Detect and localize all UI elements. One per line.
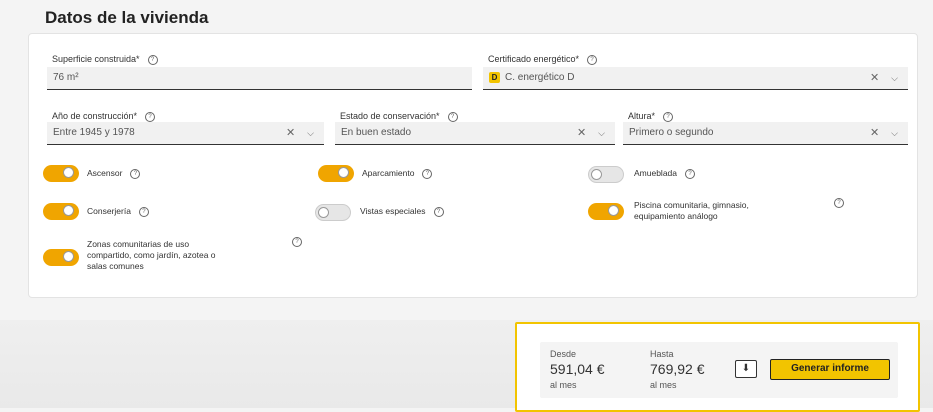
help-icon[interactable]: ?: [130, 168, 141, 179]
aparcamiento-label: Aparcamiento?: [362, 168, 433, 179]
ascensor-toggle[interactable]: [43, 165, 79, 182]
zonas-toggle[interactable]: [43, 249, 79, 266]
energy-class-badge: D: [489, 71, 500, 83]
chevron-down-icon[interactable]: ⌵: [891, 73, 898, 83]
help-icon[interactable]: ?: [292, 237, 302, 247]
superficie-value: 76 m²: [53, 72, 79, 83]
aparcamiento-toggle[interactable]: [318, 165, 354, 182]
help-icon[interactable]: ?: [447, 111, 458, 122]
help-icon[interactable]: ?: [834, 198, 844, 208]
altura-select[interactable]: Primero o segundo ✕ ⌵: [623, 122, 908, 145]
estado-label: Estado de conservación*?: [340, 111, 458, 122]
help-icon[interactable]: ?: [587, 54, 598, 65]
help-icon[interactable]: ?: [422, 168, 433, 179]
hasta-label: Hasta: [650, 349, 674, 359]
zonas-label: Zonas comunitarias de uso compartido, co…: [87, 239, 216, 271]
clear-icon[interactable]: ✕: [286, 127, 295, 139]
certificado-label: Certificado energético*?: [488, 54, 598, 65]
help-icon[interactable]: ?: [145, 111, 156, 122]
generate-report-button[interactable]: Generar informe: [770, 359, 890, 380]
desde-value: 591,04 €: [550, 361, 605, 377]
altura-value: Primero o segundo: [629, 127, 714, 138]
vistas-toggle[interactable]: [315, 204, 351, 221]
piscina-label: Piscina comunitaria, gimnasio, equipamie…: [634, 200, 749, 221]
chevron-down-icon[interactable]: ⌵: [891, 128, 898, 138]
help-icon[interactable]: ?: [147, 54, 158, 65]
anio-value: Entre 1945 y 1978: [53, 127, 135, 138]
section-title: Datos de la vivienda: [45, 8, 209, 27]
anio-label: Año de construcción*?: [52, 111, 156, 122]
help-icon[interactable]: ?: [685, 168, 696, 179]
clear-icon[interactable]: ✕: [870, 127, 879, 139]
amueblada-toggle[interactable]: [588, 166, 624, 183]
piscina-toggle[interactable]: [588, 203, 624, 220]
estado-select[interactable]: En buen estado ✕ ⌵: [335, 122, 615, 145]
hasta-value: 769,92 €: [650, 361, 705, 377]
hasta-unit: al mes: [650, 380, 677, 390]
chevron-down-icon[interactable]: ⌵: [307, 128, 314, 138]
help-icon[interactable]: ?: [433, 206, 444, 217]
certificado-value: C. energético D: [505, 72, 575, 83]
amueblada-label: Amueblada?: [634, 168, 696, 179]
ascensor-label: Ascensor?: [87, 168, 141, 179]
desde-unit: al mes: [550, 380, 577, 390]
estado-value: En buen estado: [341, 127, 412, 138]
altura-label: Altura*?: [628, 111, 674, 122]
vistas-label: Vistas especiales?: [360, 206, 444, 217]
help-icon[interactable]: ?: [138, 206, 149, 217]
anio-select[interactable]: Entre 1945 y 1978 ✕ ⌵: [47, 122, 324, 145]
superficie-field[interactable]: 76 m²: [47, 67, 472, 90]
conserjeria-toggle[interactable]: [43, 203, 79, 220]
help-icon[interactable]: ?: [663, 111, 674, 122]
download-button[interactable]: ⬇: [735, 360, 757, 378]
certificado-select[interactable]: D C. energético D ✕ ⌵: [483, 67, 908, 90]
desde-label: Desde: [550, 349, 577, 359]
chevron-down-icon[interactable]: ⌵: [598, 128, 605, 138]
clear-icon[interactable]: ✕: [577, 127, 586, 139]
conserjeria-label: Conserjería?: [87, 206, 149, 217]
superficie-label: Superficie construida*?: [52, 54, 158, 65]
download-icon: ⬇: [741, 363, 751, 374]
clear-icon[interactable]: ✕: [870, 72, 879, 84]
